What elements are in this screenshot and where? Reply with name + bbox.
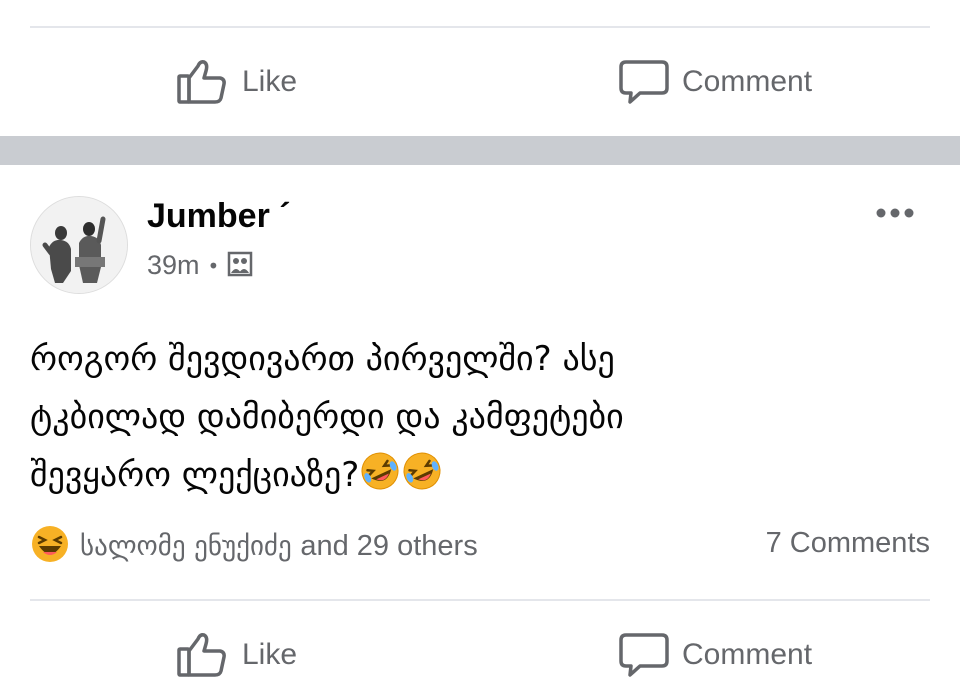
post-text-line: ტკბილად დამიბერდი და კამფეტები xyxy=(30,397,624,437)
more-dots-icon xyxy=(876,208,914,218)
comment-button[interactable]: Comment xyxy=(618,47,812,117)
haha-reaction-icon xyxy=(30,524,70,568)
avatar[interactable] xyxy=(30,196,128,294)
top-divider xyxy=(30,26,930,28)
reactors-text: სალომე ენუქიძე and 29 others xyxy=(80,530,478,563)
previous-post-action-bar: Like Comment xyxy=(0,47,960,117)
reactors-others: and 29 others xyxy=(300,529,478,562)
avatar-photo xyxy=(31,197,127,293)
post-text-line: როგორ შევდივართ პირველში? ასე xyxy=(30,339,615,379)
post-action-bar: Like Comment xyxy=(0,620,960,690)
post-text-line-last: შევყარო ლექციაზე? xyxy=(30,446,930,510)
author-name[interactable]: Jumber ´ xyxy=(147,197,291,236)
reactions-summary[interactable]: სალომე ენუქიძე and 29 others xyxy=(30,524,478,568)
post-text-line-content: შევყარო ლექციაზე? xyxy=(30,455,360,495)
comments-count[interactable]: 7 Comments xyxy=(766,527,930,560)
reactor-name: სალომე ენუქიძე xyxy=(80,530,292,562)
speech-bubble-icon xyxy=(618,631,670,679)
more-options-button[interactable] xyxy=(870,198,920,228)
thumbs-up-icon xyxy=(176,631,230,679)
meta-separator-dot: • xyxy=(207,253,220,278)
rolling-on-floor-laughing-emoji-icon xyxy=(401,450,443,510)
like-label: Like xyxy=(242,65,298,98)
like-label: Like xyxy=(242,638,298,671)
like-button[interactable]: Like xyxy=(176,47,297,117)
post-meta: 39m • xyxy=(147,250,253,281)
thumbs-up-icon xyxy=(176,58,230,106)
bottom-divider xyxy=(30,599,930,601)
friends-icon[interactable] xyxy=(227,251,253,281)
post-separator xyxy=(0,136,960,165)
post-timestamp[interactable]: 39m xyxy=(147,250,200,281)
like-button[interactable]: Like xyxy=(176,620,297,690)
comment-label: Comment xyxy=(682,638,813,671)
speech-bubble-icon xyxy=(618,58,670,106)
comment-button[interactable]: Comment xyxy=(618,620,812,690)
post-text: როგორ შევდივართ პირველში? ასე ტკბილად და… xyxy=(30,330,930,510)
comment-label: Comment xyxy=(682,65,813,98)
rolling-on-floor-laughing-emoji-icon xyxy=(359,450,401,510)
